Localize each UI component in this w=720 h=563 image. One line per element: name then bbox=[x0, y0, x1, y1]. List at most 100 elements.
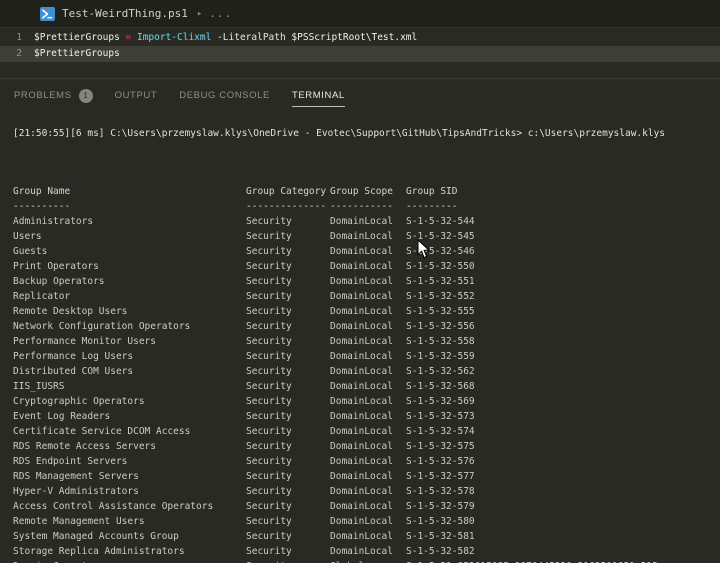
table-cell: Access Control Assistance Operators bbox=[13, 499, 246, 514]
table-cell: DomainLocal bbox=[330, 544, 406, 559]
table-row: Hyper-V AdministratorsSecurityDomainLoca… bbox=[13, 484, 720, 499]
table-header-row: Group NameGroup CategoryGroup ScopeGroup… bbox=[13, 184, 720, 199]
panel-tab-problems[interactable]: PROBLEMS1 bbox=[14, 79, 93, 112]
table-row: Access Control Assistance OperatorsSecur… bbox=[13, 499, 720, 514]
table-cell: DomainLocal bbox=[330, 484, 406, 499]
powershell-icon bbox=[40, 7, 55, 21]
table-row: RDS Remote Access ServersSecurityDomainL… bbox=[13, 439, 720, 454]
table-cell: Security bbox=[246, 544, 330, 559]
terminal-prompt: [21:50:55][6 ms] C:\Users\przemyslaw.kly… bbox=[13, 126, 720, 141]
table-cell: Security bbox=[246, 559, 330, 563]
column-header: Group Category bbox=[246, 184, 330, 199]
table-row: Performance Monitor UsersSecurityDomainL… bbox=[13, 334, 720, 349]
terminal[interactable]: [21:50:55][6 ms] C:\Users\przemyslaw.kly… bbox=[0, 112, 720, 563]
table-cell: Security bbox=[246, 484, 330, 499]
table-cell: S-1-5-32-545 bbox=[406, 229, 720, 244]
table-cell: DomainLocal bbox=[330, 454, 406, 469]
table-cell: S-1-5-32-550 bbox=[406, 259, 720, 274]
table-row: Network Configuration OperatorsSecurityD… bbox=[13, 319, 720, 334]
column-separator: --------- bbox=[406, 199, 720, 214]
table-row: Event Log ReadersSecurityDomainLocalS-1-… bbox=[13, 409, 720, 424]
table-cell: S-1-5-32-559 bbox=[406, 349, 720, 364]
table-row: Performance Log UsersSecurityDomainLocal… bbox=[13, 349, 720, 364]
table-row: Storage Replica AdministratorsSecurityDo… bbox=[13, 544, 720, 559]
table-cell: DomainLocal bbox=[330, 394, 406, 409]
table-cell: S-1-5-32-546 bbox=[406, 244, 720, 259]
table-cell: S-1-5-32-568 bbox=[406, 379, 720, 394]
table-cell: S-1-5-21-853615085-9870445320-2163509650… bbox=[406, 559, 720, 563]
table-cell: DomainLocal bbox=[330, 364, 406, 379]
table-cell: Remote Management Users bbox=[13, 514, 246, 529]
table-cell: Storage Replica Administrators bbox=[13, 544, 246, 559]
table-cell: Administrators bbox=[13, 214, 246, 229]
table-cell: RDS Endpoint Servers bbox=[13, 454, 246, 469]
table-cell: Cryptographic Operators bbox=[13, 394, 246, 409]
line-number: 1 bbox=[0, 30, 34, 46]
table-cell: DomainLocal bbox=[330, 424, 406, 439]
table-cell: Security bbox=[246, 424, 330, 439]
table-cell: Security bbox=[246, 349, 330, 364]
tab-label: TERMINAL bbox=[292, 90, 345, 101]
table-cell: Security bbox=[246, 454, 330, 469]
table-cell: DomainLocal bbox=[330, 349, 406, 364]
table-row: UsersSecurityDomainLocalS-1-5-32-545 bbox=[13, 229, 720, 244]
table-cell: S-1-5-32-578 bbox=[406, 484, 720, 499]
table-row: System Managed Accounts GroupSecurityDom… bbox=[13, 529, 720, 544]
table-cell: S-1-5-32-575 bbox=[406, 439, 720, 454]
tab-label: PROBLEMS bbox=[14, 90, 72, 101]
tab-label: OUTPUT bbox=[115, 90, 158, 101]
table-cell: DomainLocal bbox=[330, 319, 406, 334]
table-cell: Certificate Service DCOM Access bbox=[13, 424, 246, 439]
table-cell: DomainLocal bbox=[330, 214, 406, 229]
table-cell: S-1-5-32-579 bbox=[406, 499, 720, 514]
column-header: Group Scope bbox=[330, 184, 406, 199]
table-cell: System Managed Accounts Group bbox=[13, 529, 246, 544]
file-name[interactable]: Test-WeirdThing.ps1 bbox=[62, 7, 188, 20]
breadcrumb-more[interactable]: ... bbox=[209, 7, 232, 20]
table-row: Domain ComputersSecurityGlobalS-1-5-21-8… bbox=[13, 559, 720, 563]
table-cell: Event Log Readers bbox=[13, 409, 246, 424]
table-cell: DomainLocal bbox=[330, 289, 406, 304]
table-cell: Performance Monitor Users bbox=[13, 334, 246, 349]
table-cell: S-1-5-32-544 bbox=[406, 214, 720, 229]
table-cell: DomainLocal bbox=[330, 469, 406, 484]
table-cell: Security bbox=[246, 214, 330, 229]
table-cell: Security bbox=[246, 514, 330, 529]
column-separator: ----------- bbox=[330, 199, 406, 214]
table-cell: DomainLocal bbox=[330, 259, 406, 274]
table-cell: Global bbox=[330, 559, 406, 563]
table-cell: DomainLocal bbox=[330, 409, 406, 424]
editor-line[interactable]: 1$PrettierGroups = Import-Clixml -Litera… bbox=[0, 30, 720, 46]
table-cell: DomainLocal bbox=[330, 499, 406, 514]
table-cell: S-1-5-32-582 bbox=[406, 544, 720, 559]
table-cell: Performance Log Users bbox=[13, 349, 246, 364]
table-cell: S-1-5-32-573 bbox=[406, 409, 720, 424]
table-cell: Security bbox=[246, 244, 330, 259]
table-cell: Users bbox=[13, 229, 246, 244]
table-cell: Security bbox=[246, 469, 330, 484]
table-row: ReplicatorSecurityDomainLocalS-1-5-32-55… bbox=[13, 289, 720, 304]
table-cell: Backup Operators bbox=[13, 274, 246, 289]
panel-tabs: PROBLEMS1 OUTPUT DEBUG CONSOLE TERMINAL bbox=[0, 79, 720, 112]
editor-line[interactable]: 2$PrettierGroups bbox=[0, 46, 720, 62]
table-cell: S-1-5-32-552 bbox=[406, 289, 720, 304]
table-cell: Hyper-V Administrators bbox=[13, 484, 246, 499]
table-cell: S-1-5-32-555 bbox=[406, 304, 720, 319]
table-row: Remote Desktop UsersSecurityDomainLocalS… bbox=[13, 304, 720, 319]
table-cell: DomainLocal bbox=[330, 244, 406, 259]
table-row: Certificate Service DCOM AccessSecurityD… bbox=[13, 424, 720, 439]
table-cell: Network Configuration Operators bbox=[13, 319, 246, 334]
code-text: $PrettierGroups bbox=[34, 46, 120, 62]
table-cell: S-1-5-32-551 bbox=[406, 274, 720, 289]
panel-tab-output[interactable]: OUTPUT bbox=[115, 79, 158, 112]
table-cell: DomainLocal bbox=[330, 229, 406, 244]
table-row: IIS_IUSRSSecurityDomainLocalS-1-5-32-568 bbox=[13, 379, 720, 394]
table-row: Remote Management UsersSecurityDomainLoc… bbox=[13, 514, 720, 529]
line-number: 2 bbox=[0, 46, 34, 62]
code-editor[interactable]: 1$PrettierGroups = Import-Clixml -Litera… bbox=[0, 28, 720, 77]
table-cell: DomainLocal bbox=[330, 514, 406, 529]
panel-tab-terminal[interactable]: TERMINAL bbox=[292, 79, 345, 112]
table-cell: Guests bbox=[13, 244, 246, 259]
table-cell: Security bbox=[246, 394, 330, 409]
panel-tab-debug-console[interactable]: DEBUG CONSOLE bbox=[179, 79, 270, 112]
